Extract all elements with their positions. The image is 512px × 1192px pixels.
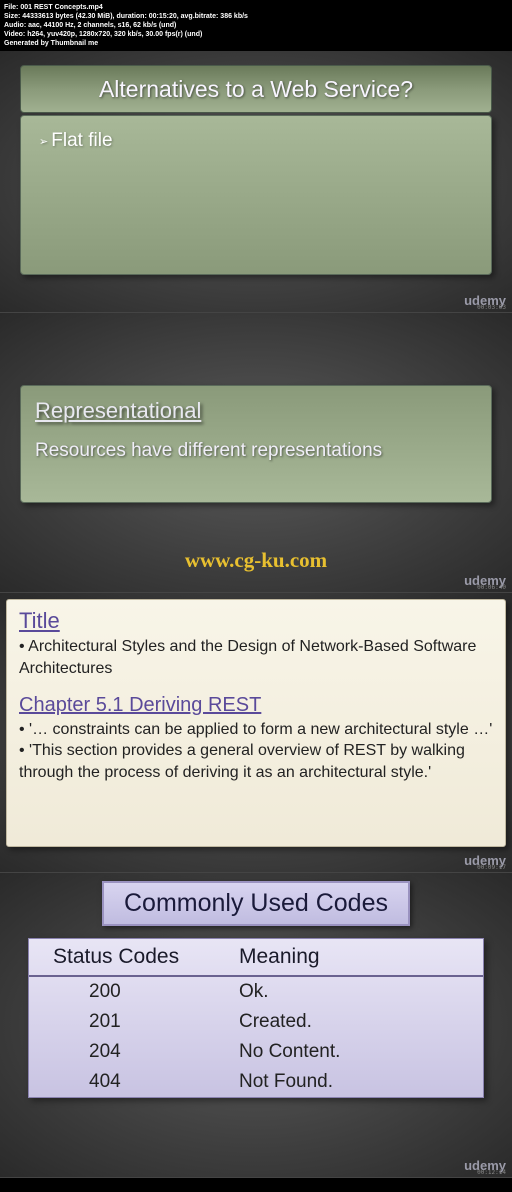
table-row: 404 Not Found. [29,1067,483,1097]
status-code: 200 [29,981,239,1003]
meta-audio: Audio: aac, 44100 Hz, 2 channels, s16, 6… [4,21,508,30]
status-code: 204 [29,1041,239,1063]
slide-3: Title • Architectural Styles and the Des… [0,593,512,873]
status-meaning: No Content. [239,1041,483,1063]
meta-size: Size: 44333613 bytes (42.30 MiB), durati… [4,12,508,21]
timestamp: 00:12:14 [477,1169,506,1176]
video-metadata: File: 001 REST Concepts.mp4 Size: 443336… [0,0,512,51]
slide-title-banner: Alternatives to a Web Service? [20,65,492,113]
timestamp: 00:09:17 [477,864,506,871]
slide-4: Commonly Used Codes Status Codes Meaning… [0,873,512,1178]
table-header: Status Codes Meaning [29,939,483,977]
status-code: 201 [29,1011,239,1033]
table-row: 204 No Content. [29,1037,483,1067]
slide-title-text: Alternatives to a Web Service? [99,76,413,103]
title-text: • Architectural Styles and the Design of… [19,636,493,679]
codes-title-text: Commonly Used Codes [124,889,388,917]
timestamp: 00:06:40 [477,584,506,591]
header-status-codes: Status Codes [29,945,239,969]
bullet-flat-file: Flat file [39,130,473,152]
status-meaning: Ok. [239,981,483,1003]
title-heading: Title [19,608,493,634]
meta-file: File: 001 REST Concepts.mp4 [4,3,508,12]
meta-video: Video: h264, yuv420p, 1280x720, 320 kb/s… [4,30,508,39]
status-codes-table: Status Codes Meaning 200 Ok. 201 Created… [28,938,484,1098]
slide-2: Representational Resources have differen… [0,313,512,593]
table-row: 201 Created. [29,1007,483,1037]
timestamp: 00:03:03 [477,304,506,311]
status-meaning: Created. [239,1011,483,1033]
representational-heading: Representational [35,398,477,424]
meta-generated: Generated by Thumbnail me [4,39,508,48]
representational-text: Resources have different representations [35,440,477,462]
content-box: Title • Architectural Styles and the Des… [6,599,506,847]
watermark-text: www.cg-ku.com [185,548,327,573]
chapter-text-2: • 'This section provides a general overv… [19,740,493,783]
header-meaning: Meaning [239,945,483,969]
chapter-text-1: • '… constraints can be applied to form … [19,719,493,741]
status-meaning: Not Found. [239,1071,483,1093]
codes-title-box: Commonly Used Codes [102,881,410,926]
table-row: 200 Ok. [29,977,483,1007]
status-code: 404 [29,1071,239,1093]
chapter-heading: Chapter 5.1 Deriving REST [19,694,493,717]
content-box: Representational Resources have differen… [20,385,492,503]
slide-1: Alternatives to a Web Service? Flat file… [0,51,512,313]
content-box: Flat file [20,115,492,275]
